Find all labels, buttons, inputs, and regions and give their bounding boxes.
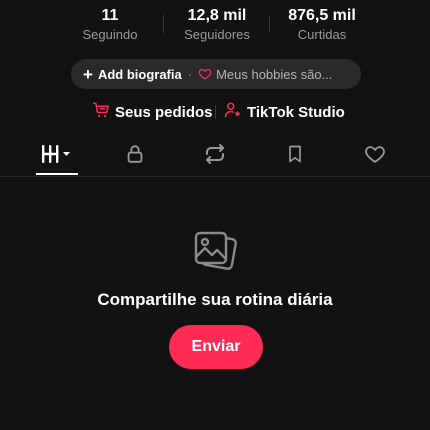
add-bio-label: Add biografia (97, 66, 182, 82)
your-orders-label: Seus pedidos (115, 103, 213, 121)
heart-outline-icon (198, 67, 212, 81)
tab-reposts[interactable] (190, 138, 240, 174)
likes-stat[interactable]: 876,5 mil Curtidas (267, 6, 377, 43)
followers-count: 12,8 mil (187, 7, 247, 24)
tab-saved[interactable] (270, 138, 320, 174)
profile-tabs (0, 138, 430, 176)
creator-studio-icon (224, 101, 247, 123)
likes-label: Curtidas (297, 27, 347, 42)
tiktok-studio-label: TikTok Studio (247, 103, 345, 121)
tab-private[interactable] (110, 138, 160, 174)
repost-icon (203, 142, 227, 171)
bio-suggestion-text: Meus hobbies são... (216, 66, 333, 82)
photo-gallery-icon (191, 226, 241, 276)
following-stat[interactable]: 11 Seguindo (55, 6, 165, 43)
bio-separator: · (187, 66, 193, 82)
active-tab-indicator (36, 173, 78, 175)
lock-icon (124, 143, 146, 170)
grid-icon (39, 143, 73, 170)
links-divider (215, 105, 216, 119)
followers-stat[interactable]: 12,8 mil Seguidores (162, 6, 272, 43)
likes-count: 876,5 mil (288, 7, 356, 24)
tab-posts[interactable] (31, 138, 81, 174)
tabs-divider (0, 176, 430, 177)
bookmark-icon (285, 143, 305, 170)
profile-stats: 11 Seguindo 12,8 mil Seguidores 876,5 mi… (0, 6, 430, 46)
following-label: Seguindo (82, 27, 138, 42)
profile-links: Seus pedidos TikTok Studio (0, 101, 430, 123)
shopping-cart-icon (92, 101, 115, 123)
tab-liked[interactable] (350, 138, 400, 174)
following-count: 11 (101, 7, 119, 24)
plus-icon: + (83, 64, 93, 84)
heart-icon (363, 143, 387, 170)
add-bio-button[interactable]: + Add biografia · Meus hobbies são... (71, 59, 361, 89)
tiktok-studio-link[interactable]: TikTok Studio (224, 101, 345, 123)
send-button[interactable]: Enviar (169, 325, 263, 369)
empty-state-title: Compartilhe sua rotina diária (97, 290, 333, 309)
your-orders-link[interactable]: Seus pedidos (92, 101, 213, 123)
followers-label: Seguidores (184, 27, 250, 42)
